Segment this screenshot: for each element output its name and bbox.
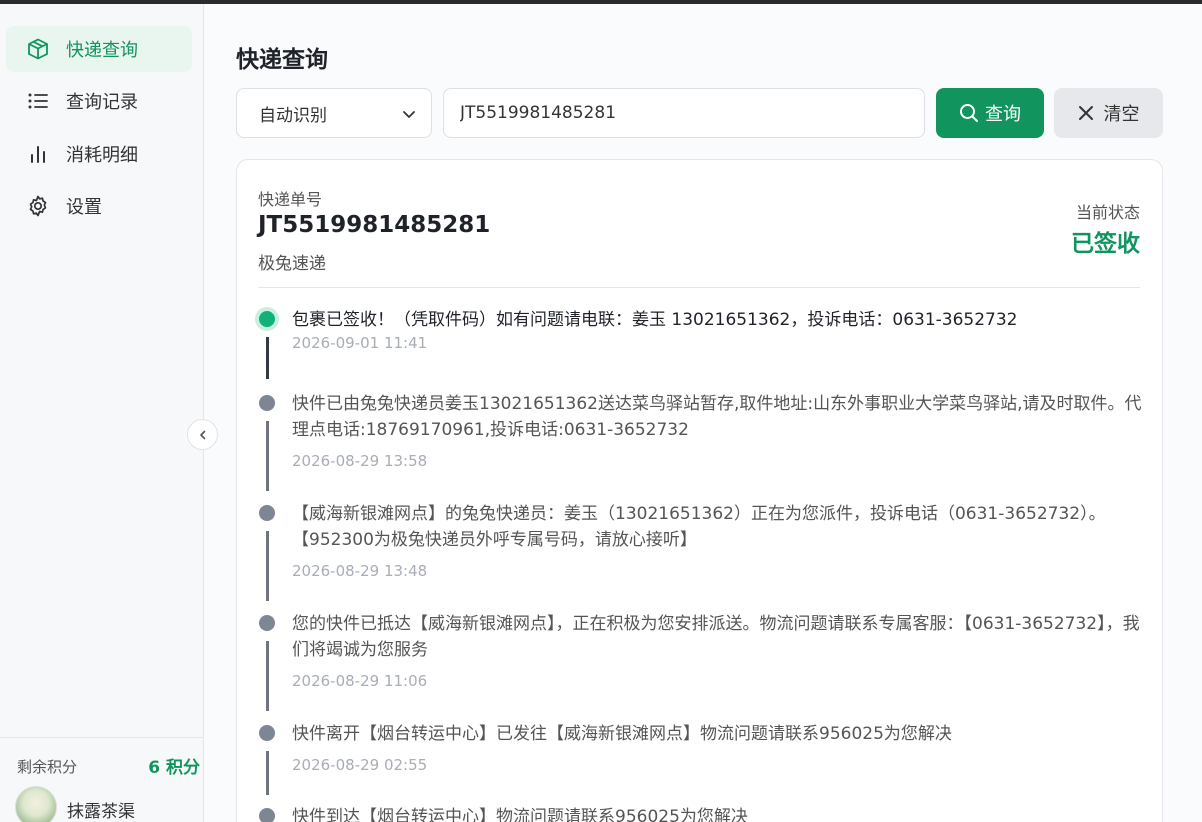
- event-time: 2026-08-29 13:48: [292, 562, 428, 580]
- event-time: 2026-08-29 13:58: [292, 452, 428, 470]
- tracking-result-card: 快递单号 JT5519981485281 极兔速递 当前状态 已签收 包裹已签收…: [236, 159, 1163, 822]
- event-description: 【威海新银滩网点】的兔兔快递员：姜玉（13021651362）正在为您派件，投诉…: [292, 504, 1106, 550]
- query-button[interactable]: 查询: [936, 88, 1044, 138]
- timeline-line: [266, 641, 269, 711]
- sidebar-item-settings[interactable]: 设置: [6, 183, 192, 229]
- points-label: 剩余积分: [17, 758, 78, 776]
- main-content: 快递查询 自动识别 查询 清空 快递单号 JT5519981485281 极兔速…: [204, 4, 1202, 822]
- event-time: 2026-08-29 02:55: [292, 756, 428, 774]
- query-button-label: 查询: [985, 104, 1021, 125]
- carrier-name: 极兔速递: [258, 254, 326, 274]
- divider: [258, 287, 1140, 288]
- sidebar-item-label: 设置: [66, 197, 102, 218]
- timeline-line: [266, 751, 269, 795]
- timeline-dot: [259, 395, 275, 411]
- points-value: 6 积分: [148, 758, 200, 778]
- status-badge: 已签收: [1071, 231, 1140, 257]
- status-label: 当前状态: [1075, 203, 1140, 222]
- event-time: 2026-08-29 11:06: [292, 672, 428, 690]
- sidebar-item-express-query[interactable]: 快递查询: [6, 26, 192, 72]
- chevron-down-icon: [403, 111, 415, 118]
- event-description: 包裹已签收！（凭取件码）如有问题请电联：姜玉 13021651362，投诉电话：…: [292, 310, 1018, 330]
- timeline-line: [266, 337, 269, 379]
- timeline-line: [266, 531, 269, 601]
- collapse-sidebar-button[interactable]: [187, 419, 218, 450]
- sidebar-item-query-history[interactable]: 查询记录: [6, 78, 192, 124]
- tracking-number-value: JT5519981485281: [258, 212, 491, 238]
- page-title: 快递查询: [236, 47, 328, 73]
- sidebar-item-label: 消耗明细: [66, 145, 138, 166]
- timeline-dot: [259, 725, 275, 741]
- tracking-number-input[interactable]: [443, 88, 925, 138]
- carrier-select[interactable]: 自动识别: [236, 88, 432, 138]
- event-time: 2026-09-01 11:41: [292, 334, 428, 352]
- list-icon: [26, 89, 50, 113]
- sidebar-item-label: 快递查询: [66, 40, 138, 61]
- user-name[interactable]: 抹露茶渠: [67, 797, 135, 822]
- event-description: 快件已由兔兔快递员姜玉13021651362送达菜鸟驿站暂存,取件地址:山东外事…: [292, 394, 1142, 440]
- package-icon: [26, 37, 50, 61]
- bar-chart-icon: [26, 142, 50, 166]
- gear-icon: [26, 194, 50, 218]
- clear-button[interactable]: 清空: [1054, 88, 1163, 138]
- event-description: 快件离开【烟台转运中心】已发往【威海新银滩网点】物流问题请联系956025为您解…: [292, 724, 952, 744]
- tracking-number-label: 快递单号: [258, 190, 323, 209]
- event-description: 快件到达【烟台转运中心】物流问题请联系956025为您解决: [292, 807, 748, 822]
- timeline-line: [266, 421, 269, 491]
- event-description: 您的快件已抵达【威海新银滩网点】，正在积极为您安排派送。物流问题请联系专属客服：…: [292, 614, 1140, 660]
- timeline-dot: [259, 505, 275, 521]
- sidebar: 快递查询 查询记录 消耗明细 设置 剩余积分 6 积分 抹露茶渠: [0, 4, 204, 822]
- avatar[interactable]: [15, 786, 57, 822]
- timeline-dot: [259, 808, 275, 822]
- timeline-dot: [259, 615, 275, 631]
- chevron-left-icon: [199, 430, 205, 439]
- account-panel: 剩余积分 6 积分 抹露茶渠: [0, 737, 204, 822]
- sidebar-item-label: 查询记录: [66, 92, 138, 113]
- close-icon: [1078, 106, 1093, 120]
- sidebar-item-consumption[interactable]: 消耗明细: [6, 131, 192, 177]
- timeline-dot: [255, 307, 279, 331]
- carrier-select-value: 自动识别: [259, 105, 327, 126]
- clear-button-label: 清空: [1103, 104, 1140, 125]
- search-icon: [960, 104, 978, 122]
